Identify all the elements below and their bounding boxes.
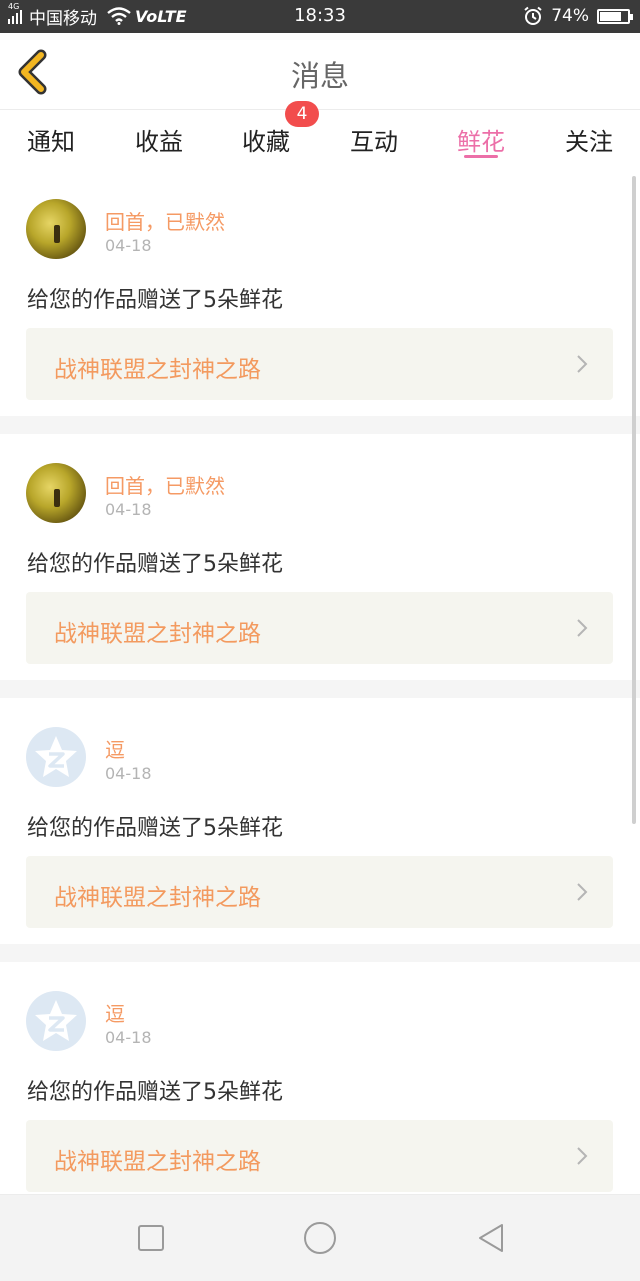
sender-name[interactable]: 逗 [105,998,125,1027]
message-card: 回首，已默然 04-18 给您的作品赠送了5朵鲜花 战神联盟之封神之路 [0,434,640,680]
tab-earnings[interactable]: 收益 [135,122,183,162]
battery-icon [597,8,633,24]
page-title: 消息 [290,59,349,93]
message-text: 给您的作品赠送了5朵鲜花 [27,1080,283,1105]
tab-flowers[interactable]: 鲜花 [457,122,505,162]
tab-following[interactable]: 关注 [565,122,613,162]
qzone-star-icon [35,736,77,777]
sender-name[interactable]: 回首，已默然 [105,470,225,499]
status-bar: 4G 中国移动 VoLTE 18:33 74% [0,0,640,33]
favorites-badge: 4 [285,101,319,127]
tab-flowers-label: 鲜花 [457,128,505,156]
message-list[interactable]: 回首，已默然 04-18 给您的作品赠送了5朵鲜花 战神联盟之封神之路 回首，已… [0,170,640,1194]
alarm-icon [524,6,542,25]
header: 消息 [0,33,640,110]
tab-interactions[interactable]: 互动 [350,122,398,162]
active-tab-indicator [464,155,498,158]
work-link[interactable]: 战神联盟之封神之路 [26,328,613,400]
sender-name[interactable]: 回首，已默然 [105,206,225,235]
scrollbar[interactable] [632,176,636,824]
work-link[interactable]: 战神联盟之封神之路 [26,856,613,928]
qzone-star-icon [35,1000,77,1041]
message-card: 逗 04-18 给您的作品赠送了5朵鲜花 战神联盟之封神之路 [0,962,640,1194]
avatar[interactable] [26,991,86,1051]
message-text: 给您的作品赠送了5朵鲜花 [27,288,283,313]
chevron-right-icon [577,355,588,373]
tab-notifications[interactable]: 通知 [27,122,75,162]
chevron-right-icon [577,1147,588,1165]
triangle-back-icon[interactable] [474,1220,510,1256]
system-nav-bar [0,1194,640,1281]
avatar[interactable] [26,199,86,259]
work-title: 战神联盟之封神之路 [54,357,261,383]
message-text: 给您的作品赠送了5朵鲜花 [27,816,283,841]
message-date: 04-18 [105,764,152,783]
avatar[interactable] [26,463,86,523]
tab-favorites[interactable]: 收藏 [242,122,290,162]
avatar[interactable] [26,727,86,787]
message-date: 04-18 [105,236,152,255]
work-link[interactable]: 战神联盟之封神之路 [26,592,613,664]
work-title: 战神联盟之封神之路 [54,885,261,911]
message-card: 回首，已默然 04-18 给您的作品赠送了5朵鲜花 战神联盟之封神之路 [0,170,640,416]
work-link[interactable]: 战神联盟之封神之路 [26,1120,613,1192]
circle-icon[interactable] [302,1220,338,1256]
chevron-right-icon [577,883,588,901]
work-title: 战神联盟之封神之路 [54,621,261,647]
message-card: 逗 04-18 给您的作品赠送了5朵鲜花 战神联盟之封神之路 [0,698,640,944]
square-icon[interactable] [133,1220,169,1256]
chevron-right-icon [577,619,588,637]
sender-name[interactable]: 逗 [105,734,125,763]
message-text: 给您的作品赠送了5朵鲜花 [27,552,283,577]
message-date: 04-18 [105,500,152,519]
work-title: 战神联盟之封神之路 [54,1149,261,1175]
battery-percent: 74% [551,6,589,26]
tab-bar: 通知 收益 收藏 互动 鲜花 关注 [0,110,640,168]
message-date: 04-18 [105,1028,152,1047]
